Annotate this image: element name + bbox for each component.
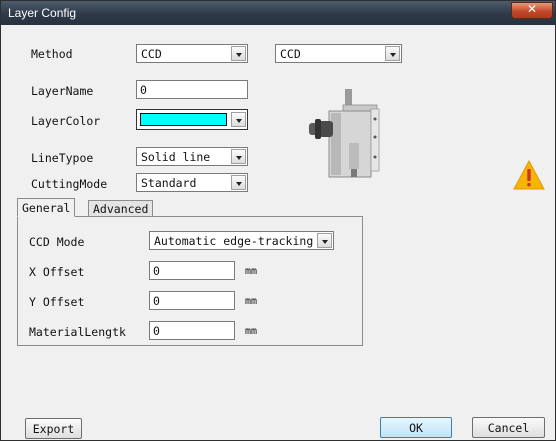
ccd-mode-select-value: Automatic edge-tracking (154, 234, 314, 248)
close-icon: ✕ (526, 2, 538, 16)
cancel-button[interactable]: Cancel (472, 417, 545, 438)
layer-name-label: LayerName (31, 84, 94, 98)
method-label: Method (31, 47, 73, 61)
tab-advanced[interactable]: Advanced (88, 200, 154, 217)
x-offset-label: X Offset (29, 265, 85, 279)
cutting-tool-image (309, 89, 380, 178)
chevron-down-icon[interactable] (231, 175, 246, 190)
x-offset-unit: mm (245, 266, 258, 277)
ok-button[interactable]: OK (380, 417, 452, 438)
line-type-label: LineTypoe (31, 151, 94, 165)
line-type-select-value: Solid line (141, 150, 211, 164)
method-select-value: CCD (141, 47, 162, 61)
layer-name-input[interactable]: 0 (136, 80, 248, 99)
layer-color-select[interactable] (136, 109, 248, 130)
export-button[interactable]: Export (25, 418, 82, 439)
method-secondary-select[interactable]: CCD (275, 44, 402, 63)
tab-general[interactable]: General (17, 198, 76, 217)
window-title: Layer Config (8, 6, 77, 20)
y-offset-unit: mm (245, 296, 258, 307)
material-length-label: MaterialLengtk (29, 325, 126, 339)
ccd-mode-label: CCD Mode (29, 235, 85, 249)
y-offset-label: Y Offset (29, 295, 85, 309)
material-length-unit: mm (245, 326, 258, 337)
chevron-down-icon[interactable] (231, 46, 246, 61)
layer-config-dialog: Layer Config ✕ Method CCD CCD LayerName … (0, 0, 556, 441)
cutting-mode-label: CuttingMode (31, 177, 108, 191)
x-offset-input[interactable]: 0 (149, 261, 235, 280)
title-bar[interactable]: Layer Config ✕ (1, 1, 555, 25)
chevron-down-icon[interactable] (385, 46, 400, 61)
chevron-down-icon[interactable] (231, 149, 246, 164)
chevron-down-icon[interactable] (231, 112, 246, 127)
close-button[interactable]: ✕ (511, 2, 553, 19)
warning-icon (513, 159, 545, 190)
ccd-mode-select[interactable]: Automatic edge-tracking (149, 231, 334, 250)
y-offset-input[interactable]: 0 (149, 291, 235, 310)
method-select[interactable]: CCD (136, 44, 248, 63)
line-type-select[interactable]: Solid line (136, 147, 248, 166)
chevron-down-icon[interactable] (317, 233, 332, 248)
general-tab-panel: CCD Mode Automatic edge-tracking X Offse… (17, 216, 363, 346)
material-length-input[interactable]: 0 (149, 321, 235, 340)
layer-color-label: LayerColor (31, 114, 101, 128)
cutting-mode-select-value: Standard (141, 176, 197, 190)
cutting-mode-select[interactable]: Standard (136, 173, 248, 192)
color-swatch (140, 113, 227, 126)
method-secondary-select-value: CCD (280, 47, 301, 61)
